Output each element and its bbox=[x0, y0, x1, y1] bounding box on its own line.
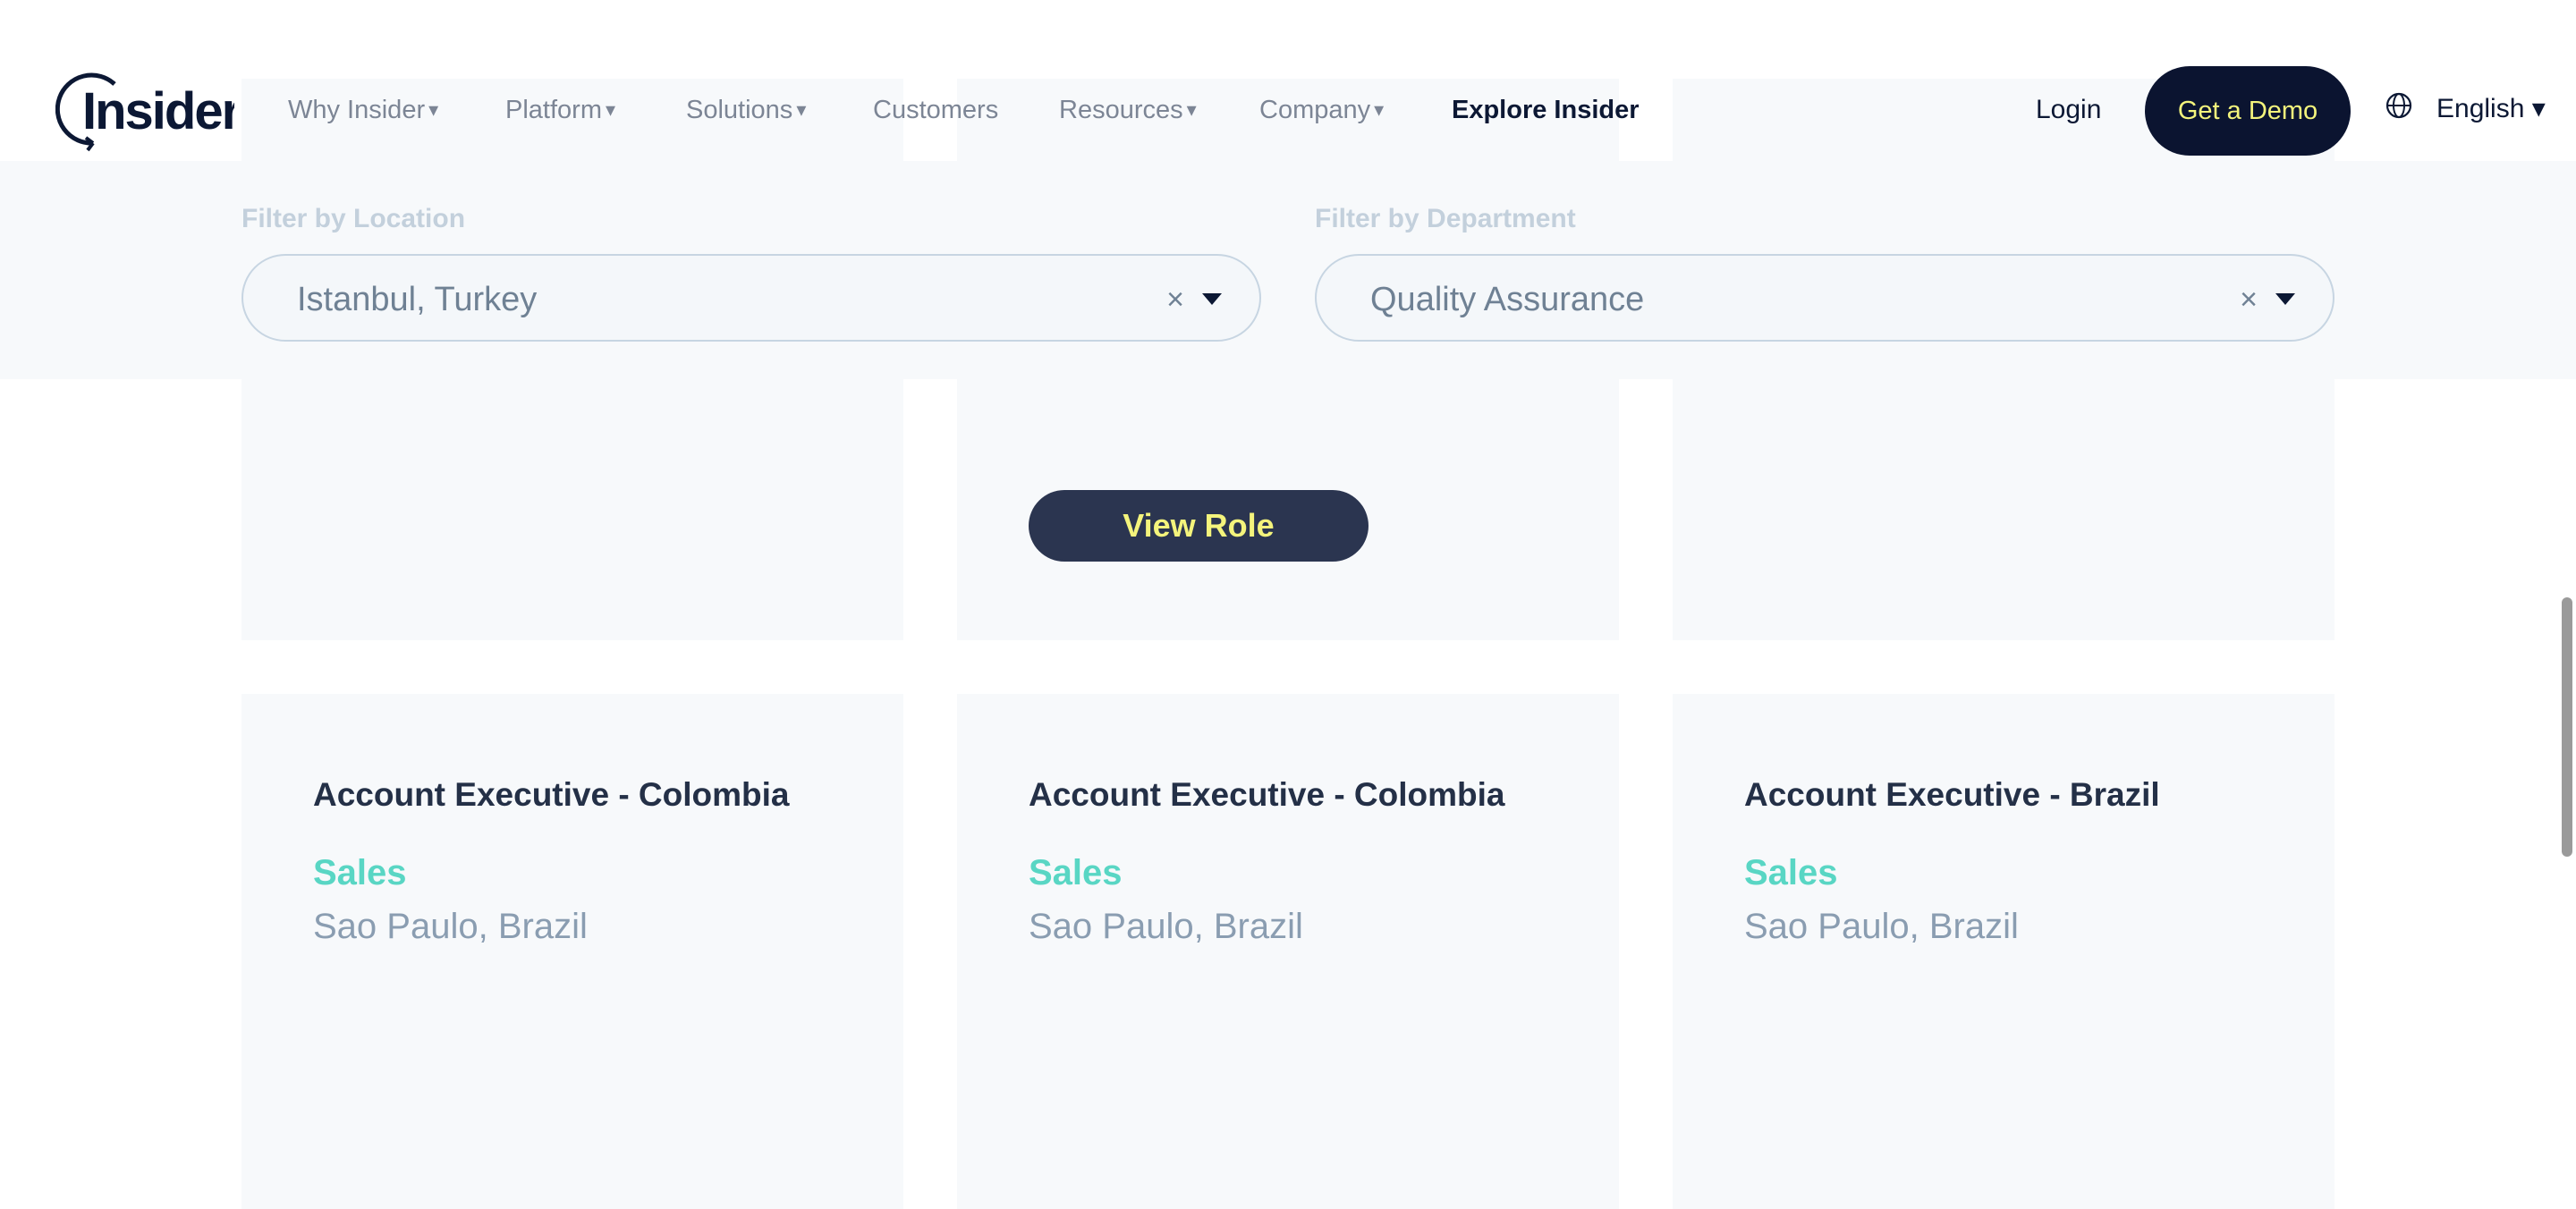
location-select-value: Istanbul, Turkey bbox=[297, 281, 538, 318]
department-select-value: Quality Assurance bbox=[1370, 281, 1645, 318]
nav-company[interactable]: Company ▾ bbox=[1259, 95, 1384, 125]
caret-down-icon: ▾ bbox=[428, 98, 439, 121]
chevron-down-icon[interactable] bbox=[2275, 293, 2295, 305]
location-select[interactable]: Istanbul, Turkey × bbox=[242, 254, 1261, 342]
department-select[interactable]: Quality Assurance × bbox=[1315, 254, 2334, 342]
caret-down-icon: ▾ bbox=[796, 98, 807, 121]
job-title: Account Executive - Brazil bbox=[1744, 776, 2160, 813]
job-title: Account Executive - Colombia bbox=[1029, 776, 1505, 813]
job-card[interactable]: Account Executive - Brazil Sales Sao Pau… bbox=[1673, 694, 2334, 1209]
job-title: Account Executive - Colombia bbox=[313, 776, 790, 813]
nav-label: Resources bbox=[1059, 95, 1183, 124]
nav-label: Customers bbox=[873, 95, 999, 124]
department-clear-icon[interactable]: × bbox=[2240, 283, 2258, 317]
svg-text:Insider: Insider bbox=[82, 82, 234, 140]
language-selector[interactable]: English ▾ bbox=[2436, 93, 2546, 124]
nav-label: Company bbox=[1259, 95, 1371, 124]
globe-icon[interactable] bbox=[2385, 91, 2413, 120]
view-role-button[interactable]: View Role bbox=[1029, 490, 1368, 562]
nav-platform[interactable]: Platform ▾ bbox=[505, 95, 615, 125]
job-location: Sao Paulo, Brazil bbox=[313, 907, 588, 946]
nav-resources[interactable]: Resources ▾ bbox=[1059, 95, 1197, 125]
job-card[interactable]: Account Executive - Colombia Sales Sao P… bbox=[957, 694, 1619, 1209]
job-card[interactable]: Account Executive - Colombia Sales Sao P… bbox=[242, 694, 903, 1209]
location-clear-icon[interactable]: × bbox=[1166, 283, 1184, 317]
job-location: Sao Paulo, Brazil bbox=[1029, 907, 1303, 946]
caret-down-icon: ▾ bbox=[605, 98, 616, 121]
get-a-demo-button[interactable]: Get a Demo bbox=[2145, 66, 2351, 156]
caret-down-icon: ▾ bbox=[1374, 98, 1385, 121]
job-location: Sao Paulo, Brazil bbox=[1744, 907, 2019, 946]
nav-customers[interactable]: Customers bbox=[873, 95, 998, 125]
caret-down-icon: ▾ bbox=[1186, 98, 1197, 121]
login-link[interactable]: Login bbox=[2036, 95, 2101, 125]
job-department: Sales bbox=[313, 853, 407, 892]
nav-why-insider[interactable]: Why Insider ▾ bbox=[288, 95, 438, 125]
site-header: Insider Why Insider ▾ Platform ▾ Solutions… bbox=[0, 0, 2576, 161]
insider-logo[interactable]: Insider bbox=[55, 70, 234, 152]
nav-solutions[interactable]: Solutions ▾ bbox=[686, 95, 806, 125]
job-department: Sales bbox=[1744, 853, 1838, 892]
nav-explore-insider[interactable]: Explore Insider bbox=[1452, 95, 1640, 125]
nav-label: Solutions bbox=[686, 95, 793, 124]
chevron-down-icon[interactable] bbox=[1202, 293, 1222, 305]
filter-bar: Filter by Location Istanbul, Turkey × Fi… bbox=[0, 161, 2576, 379]
nav-label: Why Insider bbox=[288, 95, 426, 124]
job-department: Sales bbox=[1029, 853, 1123, 892]
department-filter-label: Filter by Department bbox=[1315, 204, 1576, 233]
location-filter-label: Filter by Location bbox=[242, 204, 466, 233]
nav-label: Platform bbox=[505, 95, 602, 124]
nav-label: Explore Insider bbox=[1452, 95, 1640, 124]
page-scrollbar[interactable] bbox=[2562, 597, 2572, 857]
